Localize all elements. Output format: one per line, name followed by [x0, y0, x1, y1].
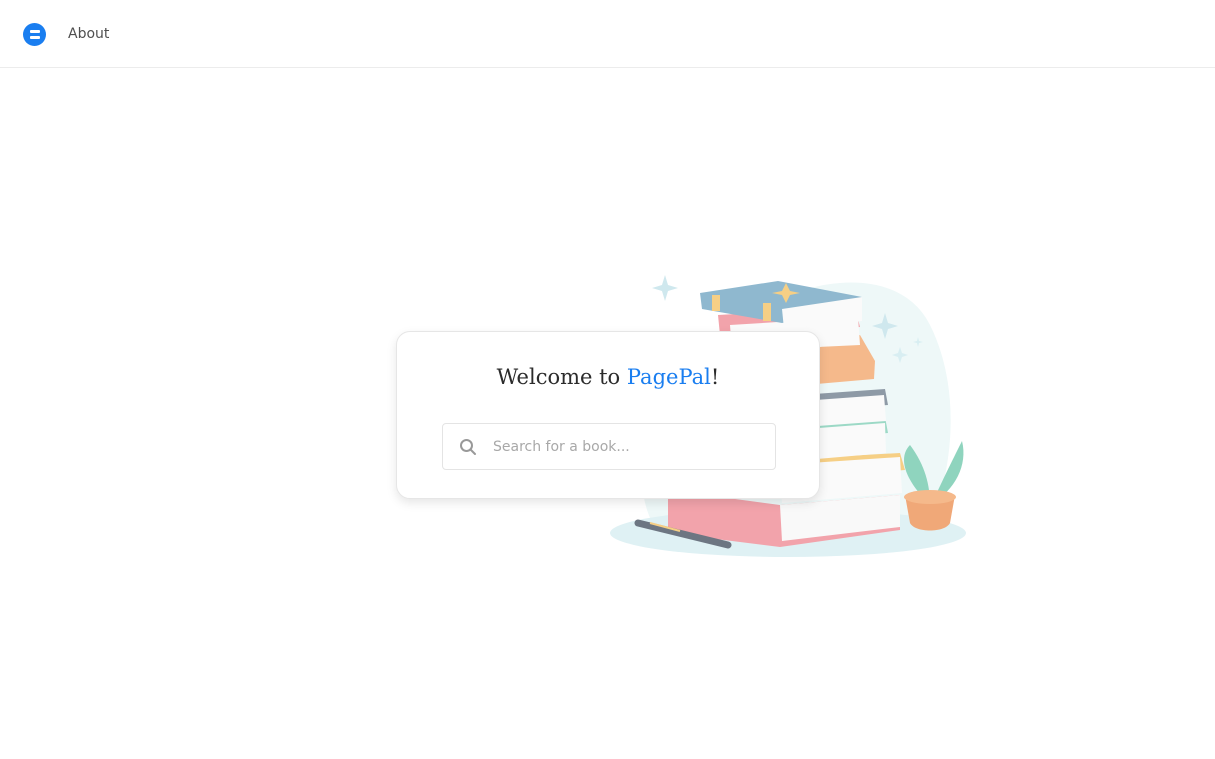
- search-input[interactable]: [493, 424, 763, 469]
- search-box[interactable]: [442, 423, 776, 470]
- welcome-title-suffix: !: [710, 365, 720, 389]
- brand-name: PagePal: [626, 365, 711, 389]
- welcome-title: Welcome to PagePal!: [397, 362, 819, 392]
- about-link[interactable]: About: [68, 25, 109, 43]
- top-nav: About: [0, 0, 1215, 68]
- welcome-title-prefix: Welcome to: [496, 365, 627, 389]
- sparkle-1: [652, 275, 678, 301]
- logo-bar-bottom: [30, 36, 40, 39]
- pagepal-logo-icon[interactable]: [23, 23, 46, 46]
- plant-pot-rim: [904, 490, 956, 504]
- logo-bar-top: [30, 30, 40, 33]
- search-icon: [460, 439, 476, 455]
- welcome-card: Welcome to PagePal!: [396, 331, 820, 499]
- book-blue-band: [712, 295, 720, 311]
- book-blue-band-2: [763, 303, 771, 321]
